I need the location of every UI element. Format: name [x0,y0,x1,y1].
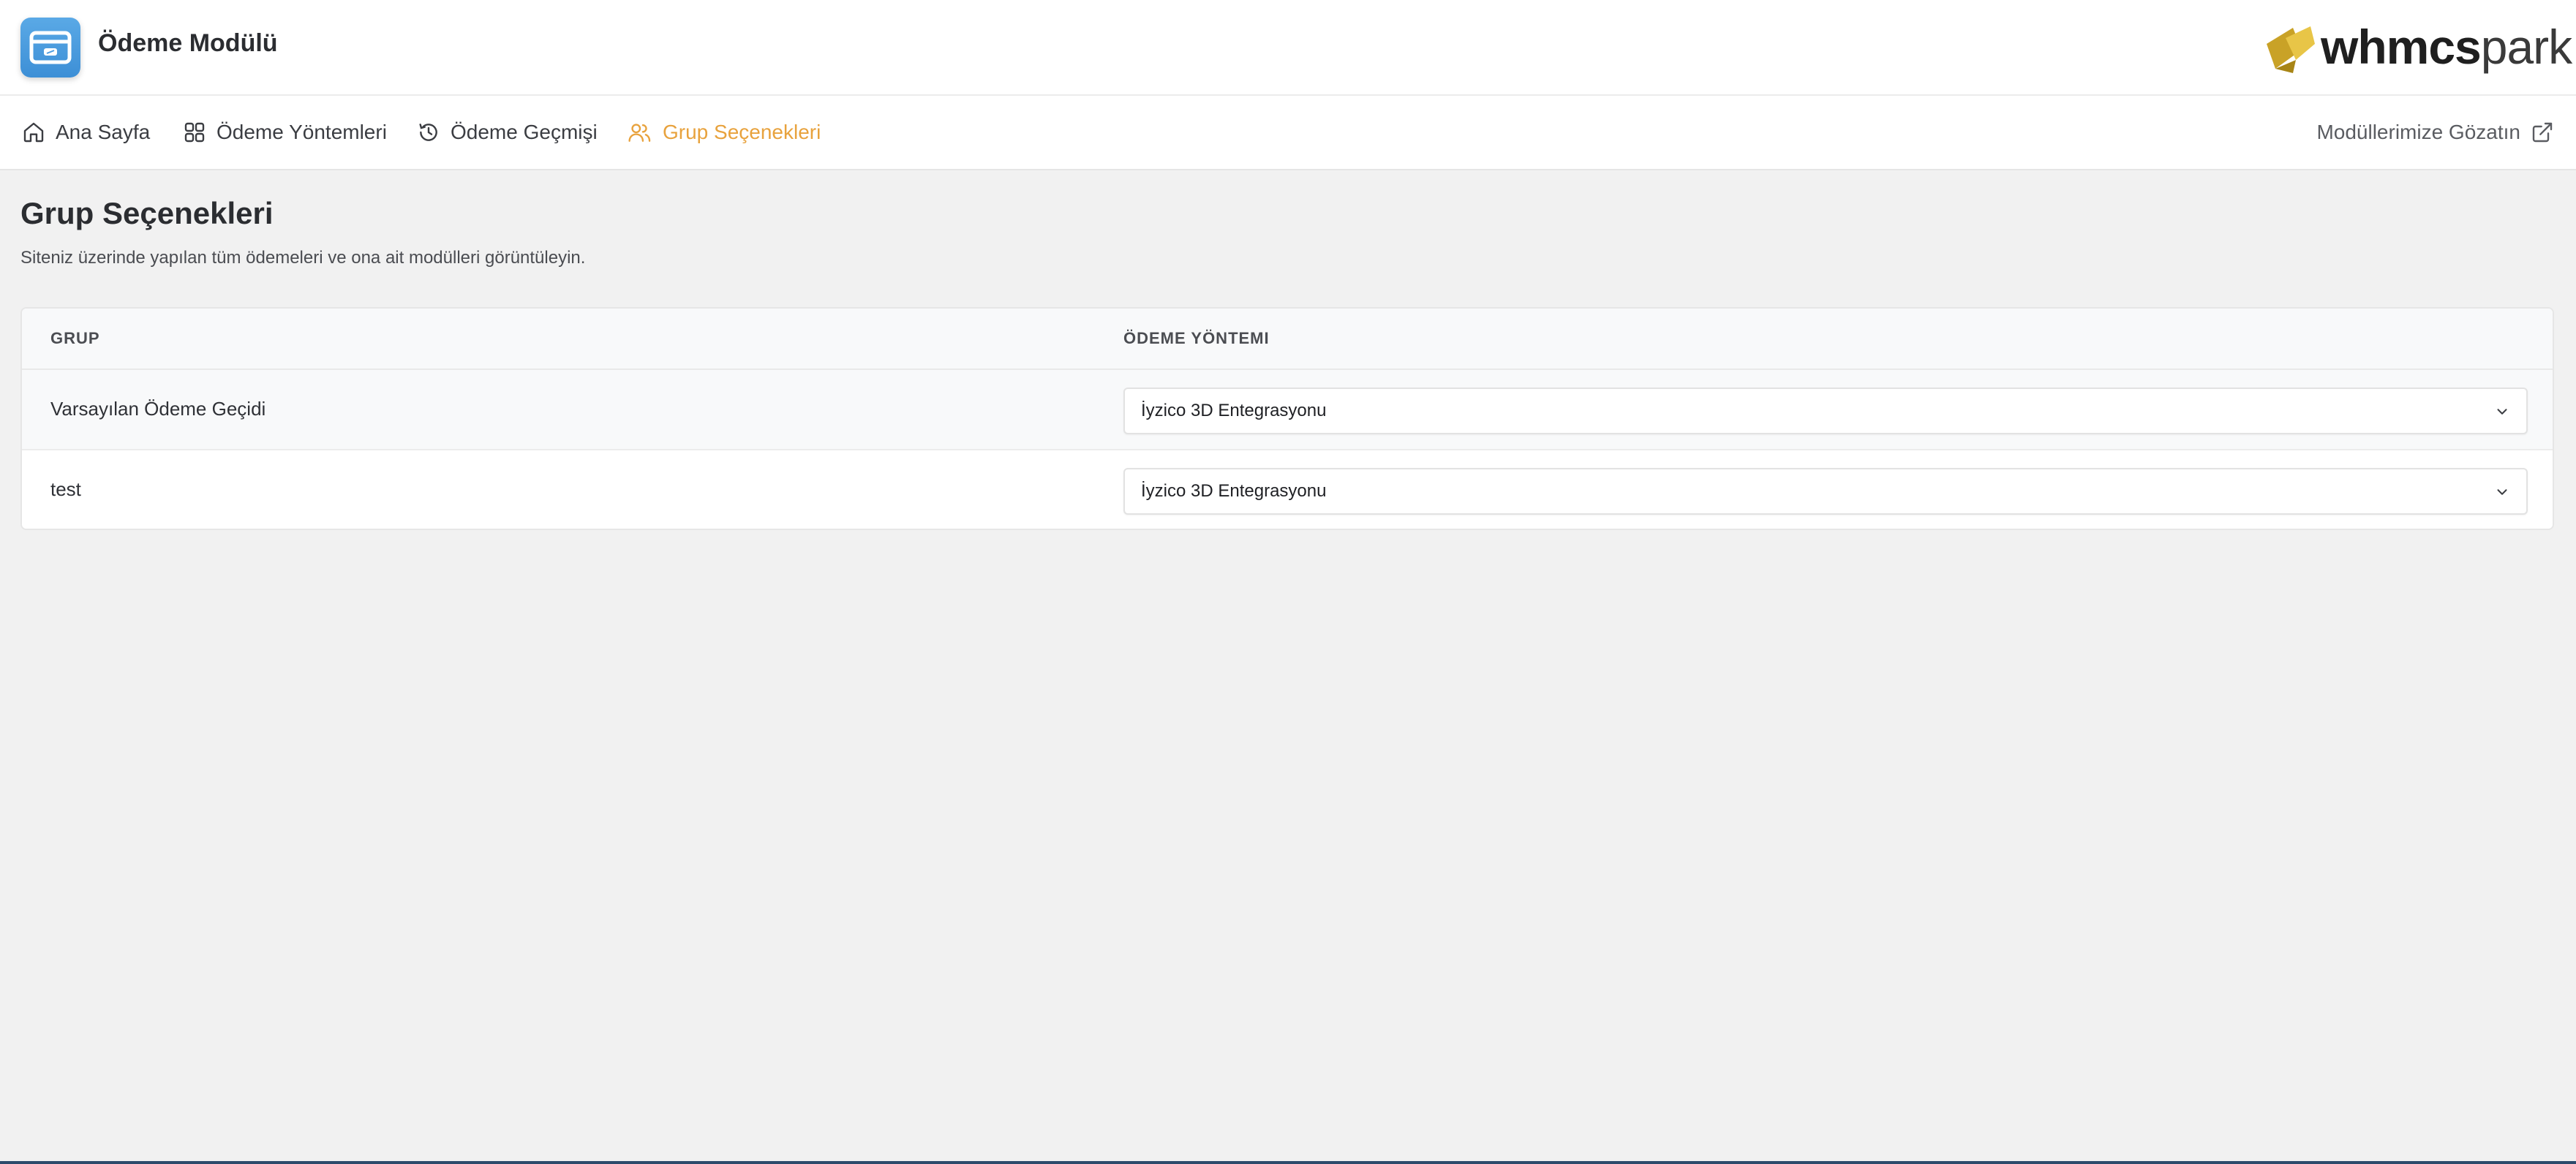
grid-icon [184,122,205,143]
top-bar: Ödeme Modülü whmcspark [0,0,2576,96]
column-header-group: GRUP [50,329,100,347]
nav-item-label: Ana Sayfa [56,121,151,143]
payment-method-select[interactable]: İyzico 3D Entegrasyonu [1123,468,2528,515]
group-name: Varsayılan Ödeme Geçidi [50,398,266,420]
nav-item-payment-history[interactable]: Ödeme Geçmişi [417,96,598,169]
history-icon [419,124,437,141]
main-nav: Ana Sayfa Ödeme Yöntemleri Ödeme Geçmişi… [0,96,2576,170]
select-value: İyzico 3D Entegrasyonu [1141,481,1327,501]
table-header: GRUP ÖDEME YÖNTEMI [22,309,2553,370]
nav-item-home[interactable]: Ana Sayfa [22,96,150,169]
page-subtitle: Siteniz üzerinde yapılan tüm ödemeleri v… [20,248,586,268]
group-options-table: GRUP ÖDEME YÖNTEMI Varsayılan Ödeme Geçi… [20,307,2554,530]
bottom-border [0,1161,2576,1164]
brand-logo[interactable]: whmcspark [2264,19,2572,75]
group-name: test [50,478,81,500]
brand-wordmark: whmcspark [2321,20,2572,74]
nav-item-label: Ödeme Geçmişi [451,121,598,143]
users-icon [628,124,651,142]
table-row: test İyzico 3D Entegrasyonu [22,450,2553,529]
table-row: Varsayılan Ödeme Geçidi İyzico 3D Entegr… [22,370,2553,450]
external-link-label: Modüllerimize Gözatın [2316,121,2520,143]
external-modules-link[interactable]: Modüllerimize Gözatın [2316,96,2554,169]
nav-item-payment-methods[interactable]: Ödeme Yöntemleri [183,96,387,169]
home-icon [23,122,44,143]
chevron-down-icon [2497,409,2507,415]
column-header-payment-method: ÖDEME YÖNTEMI [1123,329,1270,347]
nav-item-label: Ödeme Yöntemleri [216,121,387,143]
payment-method-select[interactable]: İyzico 3D Entegrasyonu [1123,388,2528,434]
nav-item-group-options[interactable]: Grup Seçenekleri [628,96,821,169]
external-link-icon [2532,122,2553,143]
payment-card-icon[interactable] [20,18,80,78]
app-title: Ödeme Modülü [98,29,278,57]
page-title: Grup Seçenekleri [20,196,274,230]
nav-item-label: Grup Seçenekleri [663,121,821,143]
brand-mark-icon [2267,26,2315,73]
select-value: İyzico 3D Entegrasyonu [1141,401,1327,420]
chevron-down-icon [2497,489,2507,495]
